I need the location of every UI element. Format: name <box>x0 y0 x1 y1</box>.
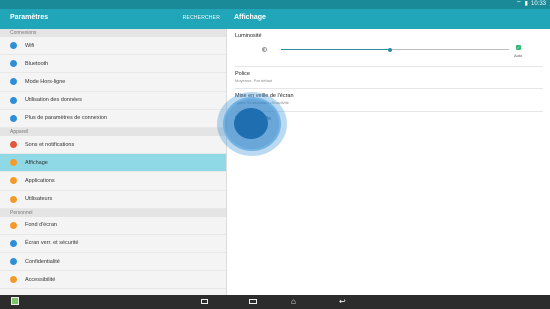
status-bar: ⌔ ▮ 10:33 <box>0 0 550 9</box>
status-time: 10:33 <box>530 1 546 7</box>
back-icon[interactable]: ↩ <box>339 297 346 307</box>
recent-apps-icon[interactable] <box>201 299 208 304</box>
sidebar-item-label: Fond d'écran <box>25 222 57 229</box>
sidebar-item-more-connections[interactable]: Plus de paramètres de connexion <box>0 110 226 128</box>
sidebar-item-label: Applications <box>25 177 55 184</box>
wifi-icon <box>10 42 17 50</box>
sidebar-item-wifi[interactable]: Wifi <box>0 37 226 56</box>
section-header-appareil: Appareil <box>0 127 226 136</box>
page-title: Affichage <box>234 14 266 21</box>
airplane-icon <box>10 78 17 86</box>
lock-icon <box>10 239 17 247</box>
data-usage-icon <box>10 96 17 104</box>
settings-header: Paramètres RECHERCHER <box>0 9 227 29</box>
brightness-slider[interactable] <box>281 47 509 52</box>
apps-icon <box>10 177 17 185</box>
sidebar-item-users[interactable]: Utilisateurs <box>0 191 226 209</box>
sidebar-item-airplane-mode[interactable]: Mode Hors-ligne <box>0 73 226 92</box>
sidebar-item-label: Affichage <box>25 159 48 166</box>
brightness-slider-fill <box>281 49 391 50</box>
sidebar-item-lock-security[interactable]: Écran verr. et sécurité <box>0 235 226 254</box>
status-icons: ⌔ ▮ 10:33 <box>516 1 546 8</box>
brightness-row: Luminosité ✓ Auto <box>235 33 543 67</box>
font-setting[interactable]: Police Moyenne, Par défaut <box>235 67 543 89</box>
home-icon[interactable]: ⌂ <box>291 297 296 307</box>
sidebar-item-label: Utilisation des données <box>25 97 82 104</box>
sidebar-item-label: Sons et notifications <box>25 141 75 148</box>
privacy-icon <box>10 258 17 266</box>
wallpaper-icon <box>10 221 17 229</box>
sidebar-item-label: Utilisateurs <box>25 196 53 203</box>
sidebar-item-sounds[interactable]: Sons et notifications <box>0 136 226 155</box>
sidebar-item-display[interactable]: Affichage <box>0 154 226 173</box>
sidebar-item-bluetooth[interactable]: Bluetooth <box>0 55 226 74</box>
sidebar-item-accessibility[interactable]: Accessibilité <box>0 271 226 290</box>
sidebar-item-label: Confidentialité <box>25 258 60 265</box>
accessibility-icon <box>10 276 17 284</box>
sidebar-item-wallpaper[interactable]: Fond d'écran <box>0 217 226 235</box>
bluetooth-icon <box>10 60 17 68</box>
section-header-personnel: Personnel <box>0 208 226 217</box>
sidebar-item-applications[interactable]: Applications <box>0 172 226 191</box>
brightness-label: Luminosité <box>235 33 262 39</box>
search-button[interactable]: RECHERCHER <box>183 15 220 21</box>
font-subtitle: Moyenne, Par défaut <box>235 78 273 83</box>
navigation-bar: ⌂ ↩ <box>0 295 550 309</box>
sidebar-item-label: Écran verr. et sécurité <box>25 240 79 247</box>
sound-icon <box>10 141 17 149</box>
display-header: Affichage <box>227 9 550 29</box>
brightness-icon <box>262 47 267 52</box>
wifi-icon: ⌔ <box>516 1 522 7</box>
auto-brightness-label: Auto <box>514 53 523 58</box>
sidebar-item-label: Wifi <box>25 42 35 49</box>
sidebar-item-label: Plus de paramètres de connexion <box>25 115 107 122</box>
sidebar-item-label: Mode Hors-ligne <box>25 78 66 85</box>
screen-timeout-title: Mise en veille de l'écran <box>235 93 294 99</box>
screen-timeout-subtitle: Après 30 secondes d'inactivité <box>235 100 289 105</box>
display-settings: Luminosité ✓ Auto Police Moyenne, Par dé… <box>228 29 550 295</box>
sidebar-item-data-usage[interactable]: Utilisation des données <box>0 92 226 110</box>
auto-brightness-checkbox[interactable]: ✓ <box>516 45 521 50</box>
touch-indicator-center <box>234 108 268 139</box>
battery-icon: ▮ <box>524 1 528 7</box>
font-title: Police <box>235 71 250 77</box>
multi-window-icon[interactable] <box>249 299 257 304</box>
users-icon <box>10 195 17 203</box>
sidebar-item-privacy[interactable]: Confidentialité <box>0 253 226 272</box>
display-icon <box>10 159 17 167</box>
sidebar-item-label: Accessibilité <box>25 276 56 283</box>
more-connections-icon <box>10 114 17 122</box>
settings-title: Paramètres <box>10 14 49 21</box>
brightness-slider-thumb[interactable] <box>388 47 393 52</box>
settings-list: Connexions Wifi Bluetooth Mode Hors-lign… <box>0 29 227 295</box>
gallery-icon[interactable] <box>11 297 19 305</box>
section-header-connexions: Connexions <box>0 29 226 37</box>
sidebar-item-label: Bluetooth <box>25 60 49 67</box>
